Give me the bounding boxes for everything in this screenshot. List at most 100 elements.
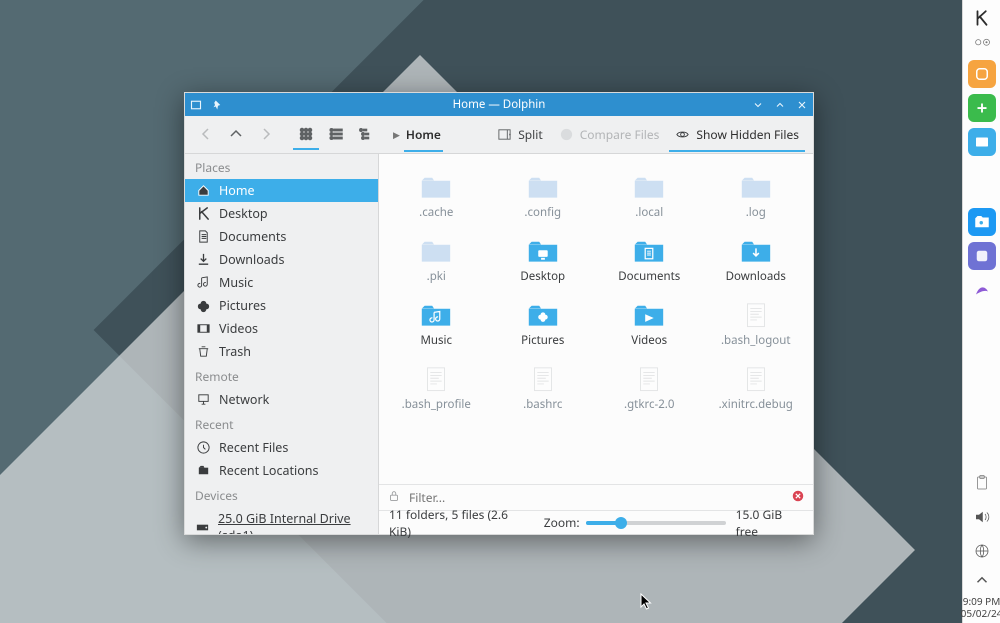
file-item[interactable]: Documents xyxy=(596,228,703,292)
panel-clock[interactable]: 9:09 PM 05/02/24 xyxy=(961,595,1000,619)
panel-app-workspace[interactable] xyxy=(968,128,996,156)
file-icon xyxy=(418,365,454,395)
recent-header: Recent xyxy=(185,411,378,436)
panel-user-icon[interactable] xyxy=(968,38,996,54)
file-item[interactable]: .config xyxy=(490,164,597,228)
show-hidden-button[interactable]: Show Hidden Files xyxy=(669,117,805,152)
nav-up-button[interactable] xyxy=(223,120,249,150)
nav-back-button[interactable] xyxy=(193,120,219,150)
file-label: .bashrc xyxy=(523,397,562,412)
file-item[interactable]: Desktop xyxy=(490,228,597,292)
file-label: .config xyxy=(524,205,561,220)
remote-header: Remote xyxy=(185,363,378,388)
zoom-slider[interactable] xyxy=(586,521,726,525)
sidebar-item-pictures[interactable]: Pictures xyxy=(185,294,378,317)
pictures-icon xyxy=(195,298,211,314)
file-icon xyxy=(738,301,774,331)
file-item[interactable]: .bashrc xyxy=(490,356,597,420)
folder-icon xyxy=(525,173,561,203)
file-icon xyxy=(738,365,774,395)
toolbar: ▶ Home Split Compare Files Show Hidden F… xyxy=(185,116,813,154)
home-icon xyxy=(195,183,211,199)
sidebar-item-recent-locations[interactable]: Recent Locations xyxy=(185,459,378,482)
sidebar-item-recent-files[interactable]: Recent Files xyxy=(185,436,378,459)
file-item[interactable]: .pki xyxy=(383,228,490,292)
panel-expand-icon[interactable] xyxy=(968,571,996,589)
file-item[interactable]: .gtkrc-2.0 xyxy=(596,356,703,420)
devices-header: Devices xyxy=(185,482,378,507)
folder-icon xyxy=(631,173,667,203)
filter-input[interactable] xyxy=(409,489,783,506)
folder-icon xyxy=(525,237,561,267)
compare-button: Compare Files xyxy=(553,126,666,143)
nav-forward-button[interactable] xyxy=(253,120,279,150)
sidebar-item-downloads[interactable]: Downloads xyxy=(185,248,378,271)
lock-icon[interactable] xyxy=(387,489,401,507)
panel-date: 05/02/24 xyxy=(961,607,1000,619)
panel-volume-icon[interactable] xyxy=(968,503,996,531)
file-label: .gtkrc-2.0 xyxy=(624,397,674,412)
titlebar[interactable]: Home — Dolphin xyxy=(185,93,813,116)
dolphin-window: Home — Dolphin ▶ Home Split Compare File… xyxy=(184,92,814,535)
panel-app-falkon[interactable] xyxy=(968,276,996,304)
clear-filter-icon[interactable] xyxy=(791,489,805,507)
file-item[interactable]: Music xyxy=(383,292,490,356)
panel-app-purple[interactable] xyxy=(968,242,996,270)
sidebar-item-trash[interactable]: Trash xyxy=(185,340,378,363)
sidebar-item-documents[interactable]: Documents xyxy=(185,225,378,248)
sidebar-item-home[interactable]: Home xyxy=(185,179,378,202)
file-item[interactable]: .cache xyxy=(383,164,490,228)
file-label: Documents xyxy=(618,269,680,284)
breadcrumb[interactable]: ▶ Home xyxy=(393,118,443,152)
recent-locations-icon xyxy=(195,463,211,479)
trash-icon xyxy=(195,344,211,360)
file-item[interactable]: .log xyxy=(703,164,810,228)
panel-network-icon[interactable] xyxy=(968,537,996,565)
view-details-button[interactable] xyxy=(353,120,379,150)
file-icon xyxy=(525,365,561,395)
panel-app-orange[interactable] xyxy=(968,60,996,88)
titlebar-pin-icon[interactable] xyxy=(207,94,229,116)
sidebar-item-music[interactable]: Music xyxy=(185,271,378,294)
desktop-icon xyxy=(195,206,211,222)
panel-clipboard-icon[interactable] xyxy=(968,469,996,497)
file-view[interactable]: .cache .config .local .log .pkiDesktop Docume… xyxy=(379,154,813,484)
split-button[interactable]: Split xyxy=(491,126,549,143)
folder-icon xyxy=(738,173,774,203)
minimize-button[interactable] xyxy=(747,94,769,116)
file-label: .log xyxy=(746,205,766,220)
recent-files-icon xyxy=(195,440,211,456)
file-item[interactable]: .xinitrc.debug xyxy=(703,356,810,420)
videos-icon xyxy=(195,321,211,337)
file-item[interactable]: .bash_profile xyxy=(383,356,490,420)
file-item[interactable]: Pictures xyxy=(490,292,597,356)
file-item[interactable]: .local xyxy=(596,164,703,228)
file-item[interactable]: .bash_logout xyxy=(703,292,810,356)
folder-icon xyxy=(418,173,454,203)
file-item[interactable]: Videos xyxy=(596,292,703,356)
side-panel: 9:09 PM 05/02/24 xyxy=(962,0,1000,623)
file-label: Pictures xyxy=(521,333,564,348)
panel-app-green[interactable] xyxy=(968,94,996,122)
network-icon xyxy=(195,392,211,408)
zoom-control[interactable]: Zoom: xyxy=(544,514,726,531)
folder-icon xyxy=(525,301,561,331)
sidebar-item-videos[interactable]: Videos xyxy=(185,317,378,340)
view-icons-button[interactable] xyxy=(293,120,319,150)
maximize-button[interactable] xyxy=(769,94,791,116)
view-compact-button[interactable] xyxy=(323,120,349,150)
sidebar-item-drive[interactable]: 25.0 GiB Internal Drive (sda1) xyxy=(185,507,378,534)
folder-icon xyxy=(418,301,454,331)
sidebar-item-network[interactable]: Network xyxy=(185,388,378,411)
file-label: .cache xyxy=(419,205,453,220)
panel-dolphin-task[interactable] xyxy=(968,208,996,236)
file-item[interactable]: Downloads xyxy=(703,228,810,292)
folder-icon xyxy=(418,237,454,267)
status-bar: 11 folders, 5 files (2.6 KiB) Zoom: 15.0… xyxy=(379,510,813,534)
panel-kaos-logo[interactable] xyxy=(968,4,996,32)
file-label: .bash_logout xyxy=(721,333,791,348)
sidebar-item-desktop[interactable]: Desktop xyxy=(185,202,378,225)
breadcrumb-location[interactable]: Home xyxy=(404,118,443,152)
titlebar-app-icon[interactable] xyxy=(185,94,207,116)
close-button[interactable] xyxy=(791,94,813,116)
